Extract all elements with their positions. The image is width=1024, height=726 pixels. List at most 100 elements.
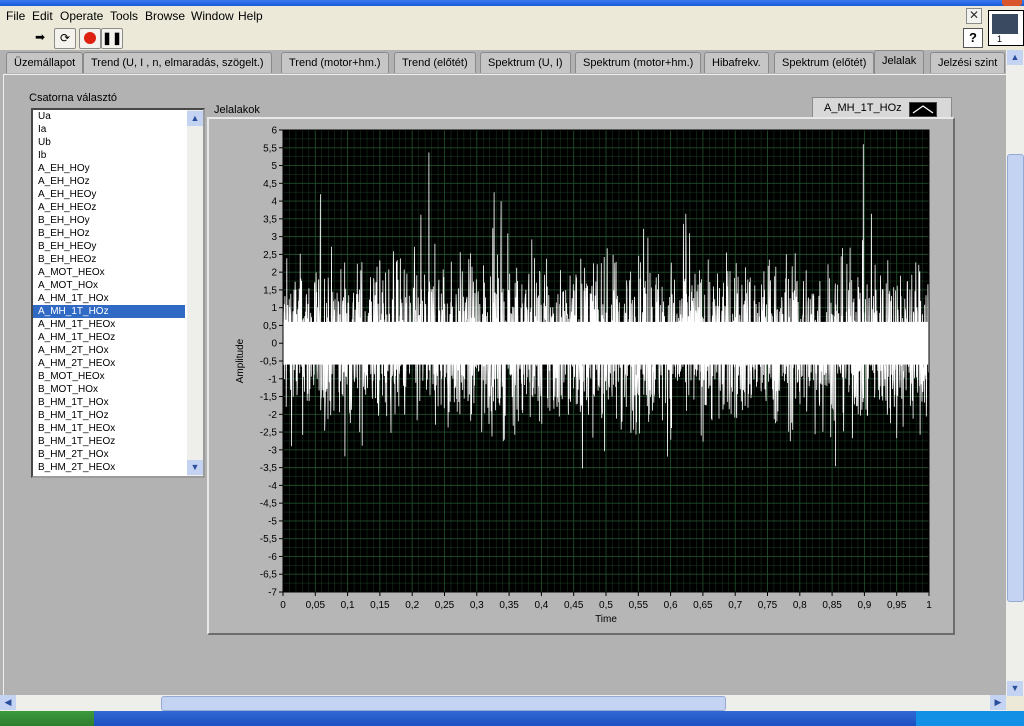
channel-item[interactable]: A_HM_1T_HOx: [33, 292, 185, 305]
x-tick-label: 0,35: [499, 600, 519, 611]
y-tick-label: 2,5: [263, 250, 277, 261]
channel-item[interactable]: B_HM_1T_HOz: [33, 409, 185, 422]
window-vertical-scrollbar[interactable]: ▲ ▼: [1006, 50, 1024, 696]
channel-item[interactable]: B_EH_HOz: [33, 227, 185, 240]
x-tick-label: 0,75: [758, 600, 778, 611]
vscroll-down-icon[interactable]: ▼: [1007, 681, 1023, 696]
context-help-button[interactable]: ?: [963, 28, 983, 48]
y-tick-label: -1: [268, 374, 277, 385]
channel-item[interactable]: B_EH_HOy: [33, 214, 185, 227]
x-tick-label: 0,7: [728, 600, 742, 611]
hscroll-thumb[interactable]: [161, 696, 726, 711]
channel-item[interactable]: Ib: [33, 149, 185, 162]
tab-spektrum-u-i[interactable]: Spektrum (U, I): [480, 52, 571, 73]
channel-item[interactable]: B_MOT_HOx: [33, 383, 185, 396]
y-tick-label: 3: [271, 232, 277, 243]
y-tick-label: 5: [271, 161, 277, 172]
x-tick-label: 0,9: [857, 600, 871, 611]
mdi-close-icon[interactable]: ✕: [966, 8, 982, 24]
legend-line-icon: [909, 102, 937, 117]
toolbar: ➡ ⟳ ❚❚: [0, 26, 1024, 50]
y-tick-label: 4,5: [263, 179, 277, 190]
channel-item[interactable]: A_MH_1T_HOz: [33, 305, 185, 318]
channel-item[interactable]: A_EH_HEOy: [33, 188, 185, 201]
run-arrow-icon[interactable]: ➡: [30, 28, 50, 47]
menu-browse[interactable]: Browse: [145, 9, 185, 23]
y-tick-label: 0: [271, 339, 277, 350]
x-tick-label: 0,4: [534, 600, 548, 611]
y-tick-label: -3,5: [260, 463, 278, 474]
x-tick-label: 1: [926, 600, 932, 611]
tab-spektrum-elotet[interactable]: Spektrum (előtét): [774, 52, 875, 73]
scroll-up-icon[interactable]: ▲: [187, 111, 203, 126]
channel-list: Ua Ia Ub Ib A_EH_HOy A_EH_HOz A_EH_HEOy A_EH_HE…: [33, 110, 185, 474]
y-tick-label: 1: [271, 303, 277, 314]
y-tick-label: -5,5: [260, 534, 278, 545]
channel-item[interactable]: B_HM_2T_HOx: [33, 448, 185, 461]
channel-item[interactable]: Ua: [33, 110, 185, 123]
channel-item[interactable]: A_EH_HEOz: [33, 201, 185, 214]
x-axis-label: Time: [595, 614, 617, 625]
x-tick-label: 0,25: [435, 600, 455, 611]
menu-tools[interactable]: Tools: [110, 9, 138, 23]
x-tick-label: 0,45: [564, 600, 584, 611]
y-tick-label: 5,5: [263, 143, 277, 154]
y-tick-label: -3: [268, 445, 277, 456]
x-tick-label: 0,05: [306, 600, 326, 611]
channel-item[interactable]: A_HM_2T_HEOx: [33, 357, 185, 370]
channel-selector-label: Csatorna választó: [29, 92, 118, 104]
y-tick-label: -2: [268, 410, 277, 421]
channel-item[interactable]: A_MOT_HEOx: [33, 266, 185, 279]
menu-file[interactable]: File: [6, 9, 25, 23]
tab-jelalak[interactable]: Jelalak: [874, 50, 925, 75]
vi-icon: 1: [988, 10, 1024, 46]
channel-item[interactable]: Ub: [33, 136, 185, 149]
window-horizontal-scrollbar[interactable]: ◀ ▶: [0, 695, 1006, 711]
x-tick-label: 0,85: [822, 600, 842, 611]
channel-item[interactable]: B_EH_HEOz: [33, 253, 185, 266]
listbox-scrollbar[interactable]: ▲ ▼: [187, 110, 203, 476]
tab-trend-elotet[interactable]: Trend (előtét): [394, 52, 476, 73]
abort-stop-icon[interactable]: [79, 28, 101, 49]
y-tick-label: -5: [268, 516, 277, 527]
channel-item[interactable]: A_HM_1T_HEOz: [33, 331, 185, 344]
channel-item[interactable]: A_EH_HOy: [33, 162, 185, 175]
vscroll-up-icon[interactable]: ▲: [1007, 50, 1023, 65]
channel-item[interactable]: A_EH_HOz: [33, 175, 185, 188]
tab-spektrum-motor[interactable]: Spektrum (motor+hm.): [575, 52, 702, 73]
channel-item[interactable]: B_HM_1T_HOx: [33, 396, 185, 409]
channel-item[interactable]: A_HM_2T_HOx: [33, 344, 185, 357]
menu-help[interactable]: Help: [238, 9, 263, 23]
channel-item[interactable]: B_EH_HEOy: [33, 240, 185, 253]
waveform-graph[interactable]: 0 0,05 0,1 0,15 0,2 0,25 0,3 0,35 0,4 0,45 0,5 0,55…: [207, 117, 955, 635]
menu-bar: File Edit Operate Tools Browse Window He…: [0, 6, 1024, 26]
channel-item[interactable]: B_HM_1T_HEOz: [33, 435, 185, 448]
hscroll-left-icon[interactable]: ◀: [0, 695, 16, 710]
menu-edit[interactable]: Edit: [32, 9, 53, 23]
scroll-down-icon[interactable]: ▼: [187, 460, 203, 475]
y-tick-label: 3,5: [263, 214, 277, 225]
channel-item[interactable]: B_HM_2T_HEOx: [33, 461, 185, 474]
start-button[interactable]: [0, 711, 94, 726]
pause-icon[interactable]: ❚❚: [101, 28, 123, 49]
menu-window[interactable]: Window: [191, 9, 234, 23]
tab-trend-u-i[interactable]: Trend (U, I , n, elmaradás, szögelt.): [83, 52, 272, 73]
channel-item[interactable]: B_HM_1T_HEOx: [33, 422, 185, 435]
menu-operate[interactable]: Operate: [60, 9, 103, 23]
channel-item[interactable]: B_MOT_HEOx: [33, 370, 185, 383]
tab-uzemallapot[interactable]: Üzemállapot: [6, 52, 84, 73]
vscroll-thumb[interactable]: [1007, 154, 1024, 602]
tab-hibafrekv[interactable]: Hibafrekv.: [704, 52, 769, 73]
hscroll-right-icon[interactable]: ▶: [990, 695, 1006, 710]
tab-jelzesi-szint[interactable]: Jelzési szint: [930, 52, 1006, 73]
channel-item[interactable]: Ia: [33, 123, 185, 136]
channel-item[interactable]: A_MOT_HOx: [33, 279, 185, 292]
channel-listbox[interactable]: Ua Ia Ub Ib A_EH_HOy A_EH_HOz A_EH_HEOy A_EH_HE…: [31, 108, 205, 478]
tab-trend-motor[interactable]: Trend (motor+hm.): [281, 52, 389, 73]
y-tick-label: -2,5: [260, 428, 278, 439]
y-tick-label: -6: [268, 552, 277, 563]
legend-series-name: A_MH_1T_HOz: [824, 102, 902, 114]
x-tick-label: 0,6: [664, 600, 678, 611]
channel-item[interactable]: A_HM_1T_HEOx: [33, 318, 185, 331]
run-continuously-icon[interactable]: ⟳: [54, 28, 76, 49]
